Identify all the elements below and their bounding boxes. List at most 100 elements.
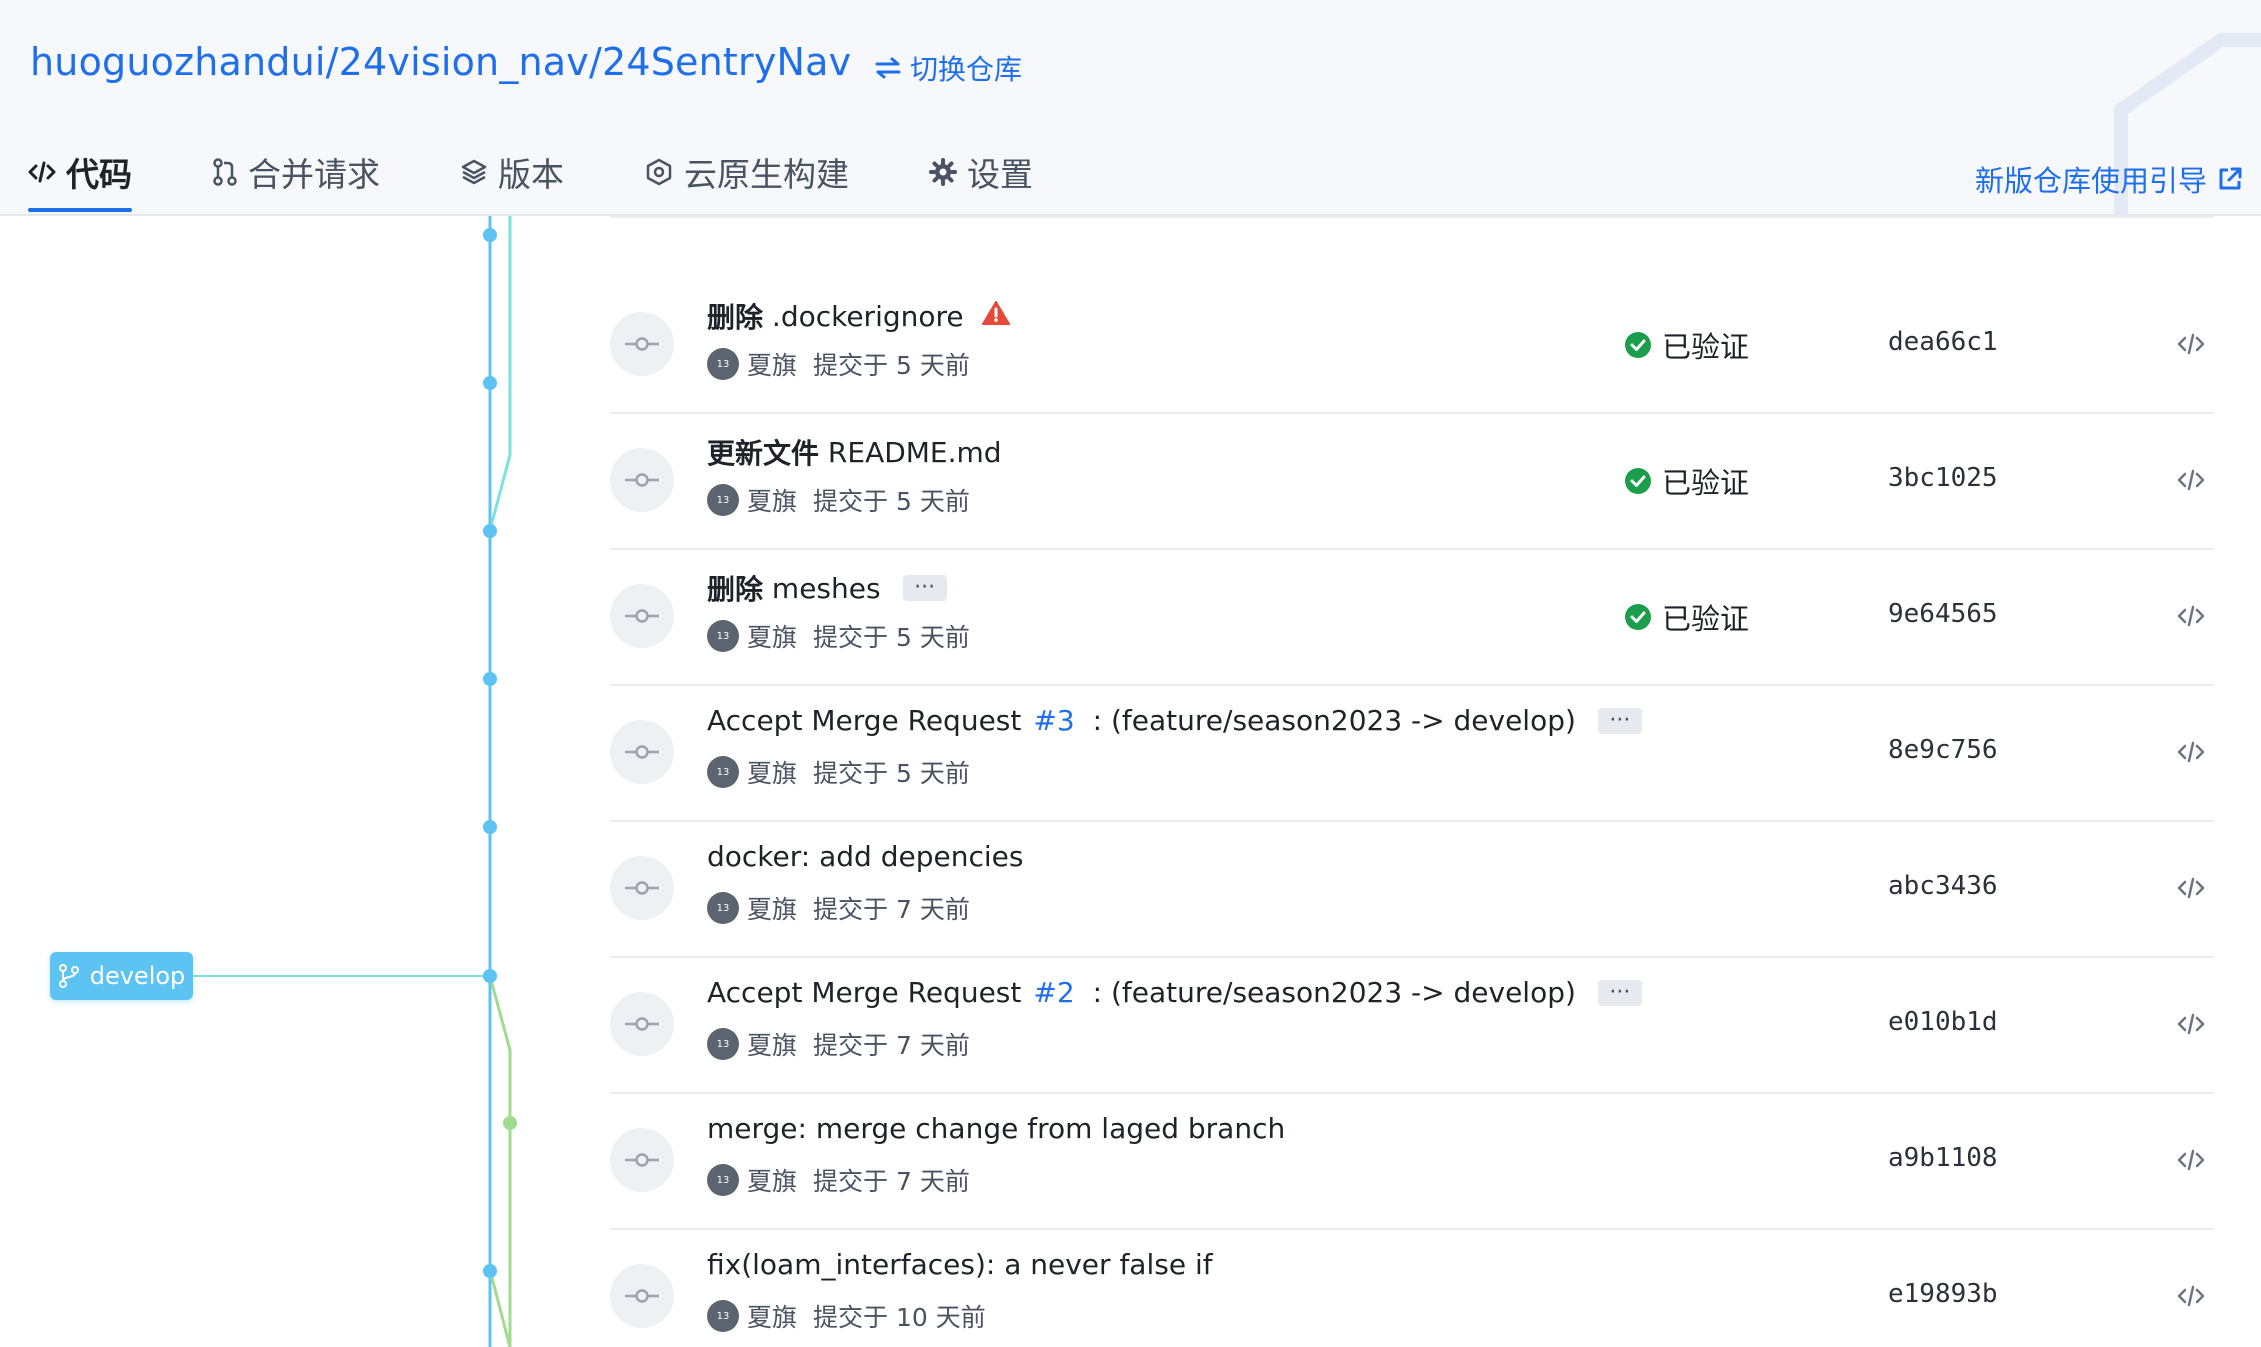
gear-icon <box>929 158 957 186</box>
graph-line-green-2 <box>488 1269 512 1347</box>
commit-hash-link[interactable]: 9e64565 <box>1888 599 1998 629</box>
switch-repo-label: 切换仓库 <box>910 53 1023 86</box>
graph-node <box>483 228 497 242</box>
commit-node-icon <box>610 584 674 648</box>
expand-message-button[interactable]: ··· <box>1597 979 1642 1006</box>
commit-hash-link[interactable]: dea66c1 <box>1888 327 1998 357</box>
branch-label-develop[interactable]: develop <box>50 952 193 1000</box>
commit-author[interactable]: 夏旗 <box>747 618 797 654</box>
commit-row[interactable]: docker: add depencies 13 夏旗 提交于 7 天前 abc3436 <box>610 820 2214 958</box>
commit-title[interactable]: docker: add depencies <box>707 840 1023 873</box>
commit-title[interactable]: 删除 meshes ··· <box>707 568 947 608</box>
commit-meta: 13夏旗提交于 5 天前 <box>707 482 970 518</box>
commit-hash-link[interactable]: abc3436 <box>1888 871 1998 901</box>
commit-title-keyword: 删除 <box>707 301 764 334</box>
tab-merge-requests-label: 合并请求 <box>248 155 380 194</box>
browse-code-button[interactable] <box>2174 1279 2208 1313</box>
commit-time: 提交于 5 天前 <box>813 623 970 652</box>
commit-hash-link[interactable]: 8e9c756 <box>1888 735 1998 765</box>
browse-code-button[interactable] <box>2174 871 2208 905</box>
tab-code-label: 代码 <box>66 155 132 194</box>
commit-hash-link[interactable]: 3bc1025 <box>1888 463 1998 493</box>
new-repo-guide-link[interactable]: 新版仓库使用引导 <box>1975 158 2243 200</box>
commit-title-text: Accept Merge Request <box>707 704 1022 737</box>
commit-title[interactable]: Accept Merge Request #3 : (feature/season2… <box>707 704 1642 737</box>
commit-author[interactable]: 夏旗 <box>747 1026 797 1062</box>
commit-author[interactable]: 夏旗 <box>747 754 797 790</box>
avatar: 13 <box>707 1164 739 1196</box>
graph-node <box>483 524 497 538</box>
code-icon <box>2177 605 2205 627</box>
commit-meta: 13夏旗提交于 5 天前 <box>707 346 970 382</box>
commit-author[interactable]: 夏旗 <box>747 890 797 926</box>
commit-row[interactable]: Accept Merge Request #3 : (feature/season2… <box>610 684 2214 822</box>
browse-code-button[interactable] <box>2174 1143 2208 1177</box>
repo-path-link[interactable]: huoguozhandui/24vision_nav/24SentryNav <box>30 40 851 84</box>
commit-author[interactable]: 夏旗 <box>747 1298 797 1334</box>
commit-title[interactable]: 删除 .dockerignore <box>707 296 1010 336</box>
code-icon <box>28 161 56 183</box>
commit-meta: 13 夏旗 提交于 7 天前 <box>707 890 970 926</box>
merge-request-link[interactable]: #2 <box>1033 976 1074 1009</box>
commit-author[interactable]: 夏旗 <box>747 1162 797 1198</box>
commit-node-icon <box>610 312 674 376</box>
verified-badge: 已验证 <box>1624 324 1749 366</box>
commit-author[interactable]: 夏旗 <box>747 346 797 382</box>
commit-title[interactable]: 更新文件 README.md <box>707 432 1002 472</box>
commit-hash-link[interactable]: e19893b <box>1888 1279 1998 1309</box>
commit-row[interactable]: fix(loam_interfaces): a never false if 13… <box>610 1228 2214 1347</box>
tab-versions-label: 版本 <box>498 155 564 194</box>
commit-time: 提交于 10 天前 <box>813 1303 986 1332</box>
tab-cloud-build[interactable]: 云原生构建 <box>644 150 849 210</box>
verified-badge: 已验证 <box>1624 460 1749 502</box>
tab-settings-label: 设置 <box>967 155 1033 194</box>
avatar: 13 <box>707 484 739 516</box>
verified-label: 已验证 <box>1662 330 1750 364</box>
commit-row[interactable]: 删除 meshes ··· 13 夏旗 提交于 5 天前 已验证 9e64565 <box>610 548 2214 686</box>
commit-author[interactable]: 夏旗 <box>747 482 797 518</box>
browse-code-button[interactable] <box>2174 327 2208 361</box>
verified-label: 已验证 <box>1662 466 1750 500</box>
code-icon <box>2177 469 2205 491</box>
commit-title-text: .dockerignore <box>763 299 964 333</box>
browse-code-button[interactable] <box>2174 735 2208 769</box>
tab-versions[interactable]: 版本 <box>460 150 564 210</box>
commit-node-icon <box>610 856 674 920</box>
commit-title-text: Accept Merge Request <box>707 976 1022 1009</box>
commit-title[interactable]: fix(loam_interfaces): a never false if <box>707 1248 1213 1281</box>
repo-commits-page: develop 13夏旗提交于 5 天前已验证2be81ed删除 .docker… <box>0 0 2261 1347</box>
verified-label: 已验证 <box>1662 602 1750 636</box>
commit-hash-link[interactable]: a9b1108 <box>1888 1143 1998 1173</box>
commit-node-icon <box>610 1264 674 1328</box>
commit-title[interactable]: merge: merge change from laged branch <box>707 1112 1285 1145</box>
commit-row[interactable]: 删除 .dockerignore 13 夏旗 提交于 5 天前 已验证 dea66c1 <box>610 276 2214 414</box>
tab-merge-requests[interactable]: 合并请求 <box>212 150 380 210</box>
commit-meta: 13夏旗提交于 5 天前 <box>707 754 970 790</box>
merge-request-link[interactable]: #3 <box>1033 704 1074 737</box>
avatar: 13 <box>707 892 739 924</box>
switch-repo-button[interactable]: 切换仓库 <box>874 48 1022 88</box>
browse-code-button[interactable] <box>2174 1007 2208 1041</box>
tab-code[interactable]: 代码 <box>28 150 132 212</box>
commit-title[interactable]: Accept Merge Request #2: (feature/season2… <box>707 976 1642 1009</box>
commit-row[interactable]: Accept Merge Request #2: (feature/season2… <box>610 956 2214 1094</box>
commit-meta: 13 夏旗 提交于 7 天前 <box>707 1162 970 1198</box>
commit-hash-link[interactable]: e010b1d <box>1888 1007 1998 1037</box>
code-icon <box>2177 1149 2205 1171</box>
commit-node-icon <box>610 992 674 1056</box>
commit-time: 提交于 5 天前 <box>813 487 970 516</box>
commit-row[interactable]: 更新文件 README.md 13 夏旗 提交于 5 天前 已验证 3bc1025 <box>610 412 2214 550</box>
commit-time: 提交于 5 天前 <box>813 351 970 380</box>
avatar: 13 <box>707 620 739 652</box>
graph-node <box>483 672 497 686</box>
commit-row[interactable]: merge: merge change from laged branch 13 夏… <box>610 1092 2214 1230</box>
expand-message-button[interactable]: ··· <box>902 575 947 601</box>
commit-title-suffix: : (feature/season2023 -> develop) <box>1092 704 1576 737</box>
browse-code-button[interactable] <box>2174 599 2208 633</box>
graph-line-cyan <box>488 200 512 531</box>
tab-settings[interactable]: 设置 <box>929 150 1033 210</box>
graph-node <box>503 1116 517 1130</box>
commit-title-text: README.md <box>819 435 1002 469</box>
expand-message-button[interactable]: ··· <box>1597 707 1642 734</box>
browse-code-button[interactable] <box>2174 463 2208 497</box>
